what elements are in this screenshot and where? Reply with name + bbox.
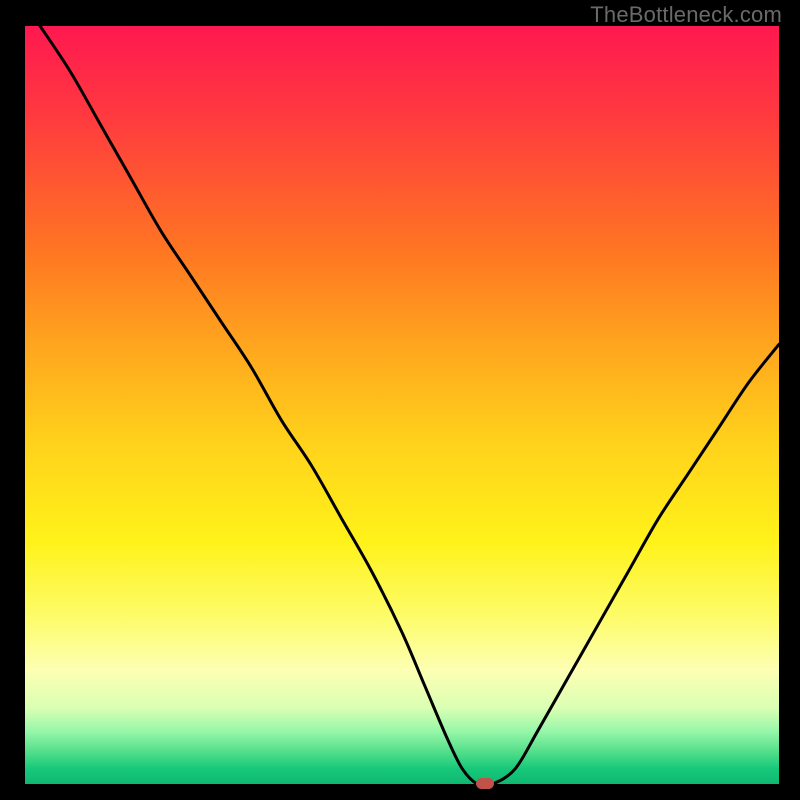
watermark-text: TheBottleneck.com <box>590 2 782 28</box>
chart-curve-layer <box>25 26 779 784</box>
chart-frame: TheBottleneck.com <box>0 0 800 800</box>
optimal-marker <box>476 778 494 789</box>
bottleneck-curve-path <box>40 26 779 786</box>
